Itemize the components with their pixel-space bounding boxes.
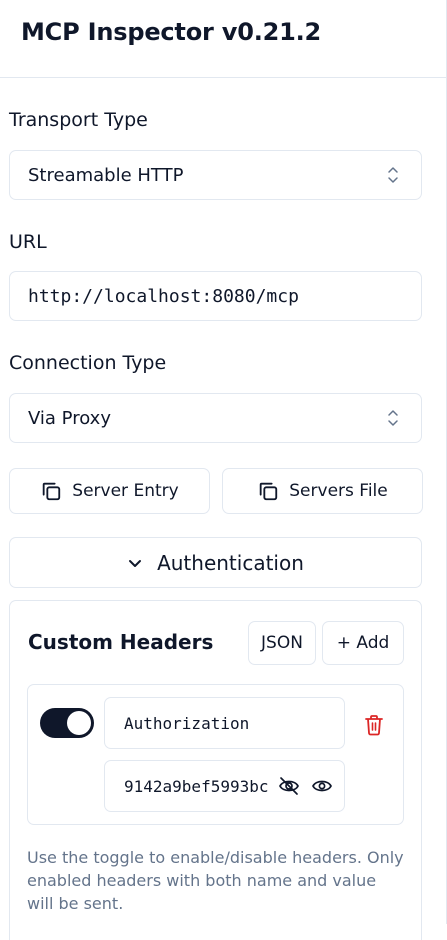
transport-type-select[interactable]: Streamable HTTP	[9, 150, 422, 200]
authentication-label: Authentication	[157, 550, 304, 575]
header-enabled-toggle[interactable]	[40, 708, 94, 738]
servers-file-label: Servers File	[289, 481, 388, 501]
server-entry-label: Server Entry	[72, 481, 179, 501]
json-label: JSON	[261, 633, 303, 653]
chevron-down-icon	[129, 559, 142, 567]
add-header-button[interactable]: + Add	[322, 621, 404, 665]
url-label: URL	[9, 231, 47, 253]
custom-headers-hint: Use the toggle to enable/disable headers…	[27, 848, 404, 913]
connection-type-label: Connection Type	[9, 352, 167, 374]
header-name-value: Authorization	[124, 713, 250, 733]
url-value: http://localhost:8080/mcp	[28, 285, 299, 307]
header-value-input[interactable]: 9142a9bef5993bc	[104, 760, 345, 812]
connection-type-value: Via Proxy	[28, 407, 111, 429]
custom-headers-title: Custom Headers	[28, 630, 214, 654]
copy-servers-file-button[interactable]: Servers File	[222, 468, 423, 514]
add-header-label: + Add	[336, 633, 390, 653]
transport-type-label: Transport Type	[9, 109, 148, 131]
chevrons-up-down-icon	[388, 410, 398, 426]
toggle-knob	[67, 711, 91, 735]
transport-type-value: Streamable HTTP	[28, 164, 184, 186]
url-input[interactable]: http://localhost:8080/mcp	[9, 271, 422, 321]
app-header: MCP Inspector v0.21.2	[0, 0, 447, 78]
copy-icon	[260, 482, 278, 501]
trash-icon[interactable]	[364, 714, 384, 736]
header-name-input[interactable]: Authorization	[104, 697, 345, 749]
authentication-toggle-button[interactable]: Authentication	[9, 537, 422, 588]
header-value-value: 9142a9bef5993bc	[124, 776, 269, 796]
eye-icon[interactable]	[311, 776, 333, 796]
app-title: MCP Inspector v0.21.2	[21, 18, 322, 46]
copy-server-entry-button[interactable]: Server Entry	[9, 468, 210, 514]
copy-icon	[43, 482, 61, 501]
eye-off-icon	[278, 776, 300, 796]
json-mode-button[interactable]: JSON	[248, 621, 316, 665]
chevrons-up-down-icon	[388, 167, 398, 183]
connection-type-select[interactable]: Via Proxy	[9, 393, 422, 443]
